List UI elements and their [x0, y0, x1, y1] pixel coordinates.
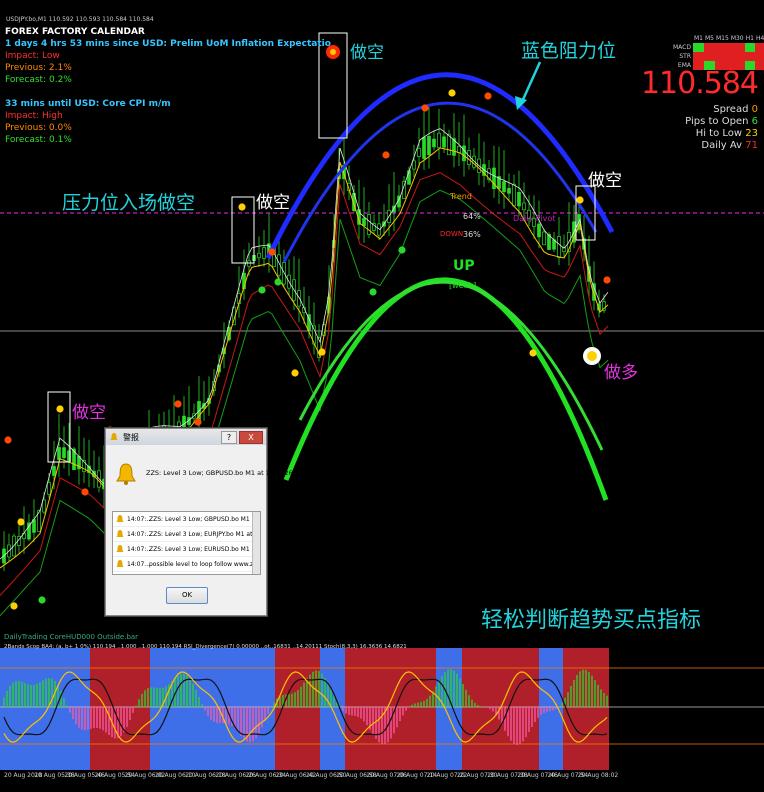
stat-dailyav-value: 71 [745, 140, 758, 151]
trend-up-pct: 64% [463, 212, 481, 221]
stat-spread-label: Spread [713, 104, 749, 115]
current-price: 110.584 [640, 66, 759, 101]
list-item[interactable]: 14:07:... ZZS: Level 3 Low; EURJPY.bo M1… [113, 527, 260, 542]
annotation-pressure-entry: 压力位入场做空 [62, 192, 196, 214]
annotation-short-3: 做空 [350, 43, 384, 63]
trend-label: Trend [450, 192, 472, 201]
calendar-title: FOREX FACTORY CALENDAR [5, 27, 145, 37]
tagline: 轻松判断趋势买点指标 [481, 608, 702, 633]
event-1-impact: Impact: Low [5, 51, 60, 61]
event-1-forecast: Forecast: 0.2% [5, 75, 72, 85]
alert-time: 14:07:... [127, 515, 153, 523]
alert-history-list[interactable]: 14:07:... ZZS: Level 3 Low; GBPUSD.bo M1… [112, 511, 261, 575]
bell-icon [116, 515, 124, 522]
event-2-forecast: Forecast: 0.1% [5, 135, 72, 145]
annotation-resistance: 蓝色阻力位 [521, 40, 617, 62]
tf-h4: H4 [755, 35, 764, 42]
ok-button[interactable]: OK [166, 587, 208, 604]
symbol-header: USDJPY.bo,M1 110.592 110.593 110.584 110… [6, 16, 154, 23]
stats-panel: Spread 0 Pips to Open 6 Hi to Low 23 Dai… [685, 104, 758, 152]
event-1-previous: Previous: 2.1% [5, 63, 72, 73]
indicator-panel[interactable] [0, 640, 764, 770]
event-1-headline: 1 days 4 hrs 53 mins since USD: Prelim U… [5, 39, 331, 49]
annotation-short-4: 做空 [588, 171, 622, 191]
bell-icon [110, 433, 118, 440]
trend-down-pct: 36% [463, 230, 481, 239]
event-2-headline: 33 mins until USD: Core CPI m/m [5, 99, 171, 109]
annotation-short-2: 做空 [256, 193, 290, 213]
forex-calendar: FOREX FACTORY CALENDAR 1 days 4 hrs 53 m… [5, 26, 331, 146]
alert-text: possible level to loop follow www.zen4x.… [149, 560, 260, 568]
list-scrollbar[interactable] [252, 512, 260, 574]
tf-h1: H1 [745, 35, 754, 42]
sun-icon-bottom [583, 347, 601, 365]
indicator-title: 2Bands Scop BA4: (a, b+ 1 0%) 110.194 ..… [4, 644, 407, 650]
tf-m30: M30 [730, 35, 744, 42]
event-2-previous: Previous: 0.0% [5, 123, 72, 133]
x-axis: 20 Aug 2018 20 Aug 05:38 20 Aug 05:46 20 Au… [0, 770, 764, 792]
event-2-impact: Impact: High [5, 111, 63, 121]
tf-m1: M1 [694, 35, 703, 42]
row-str: STR [679, 53, 691, 60]
alert-message: ZZS: Level 3 Low; GBPUSD.bo M1 at 1.2732… [146, 469, 293, 477]
stat-hilo-value: 23 [745, 128, 758, 139]
bell-icon [116, 560, 124, 567]
trend-weak-label: [weak] [449, 281, 477, 290]
stat-hilo-label: Hi to Low [695, 128, 743, 139]
list-item[interactable]: 14:07:... ZZS: Level 3 Low; GBPUSD.bo M1… [113, 512, 260, 527]
alert-text: ZZS: Level 3 Low; EURJPY.bo M1 at 12.... [149, 530, 260, 538]
list-item[interactable]: 14:07... possible level to loop follow w… [113, 557, 260, 572]
daily-pivot-label: Daily Pivot [513, 214, 556, 223]
stat-pips-value: 6 [751, 116, 758, 127]
stat-spread-value: 0 [751, 104, 758, 115]
row-macd: MACD [673, 44, 691, 51]
alert-text: ZZS: Level 3 Low; GBPUSD.bo M1 at 1.... [149, 515, 260, 523]
dialog-titlebar[interactable]: 警报 ? X [106, 429, 266, 445]
x-axis-label: 20 Aug 08:02 [577, 772, 619, 779]
close-button[interactable]: X [239, 430, 263, 444]
trend-down-label: DOWN [440, 230, 464, 238]
annotation-long-1: 做多 [604, 363, 638, 383]
alert-time: 14:07:... [127, 545, 153, 553]
trend-up-label: UP [453, 258, 475, 274]
help-button[interactable]: ? [221, 430, 237, 444]
alert-time: 14:07... [127, 560, 151, 568]
tf-m5: M5 [705, 35, 714, 42]
info-panel: M1 M5 M15 M30 H1 H4 D1 MACD STR EMA [672, 34, 764, 70]
dialog-title: 警报 [123, 432, 139, 442]
alert-dialog[interactable]: 警报 ? X ZZS: Level 3 Low; GBPUSD.bo M1 at… [105, 428, 293, 616]
alert-time: 14:07:... [127, 530, 153, 538]
alert-text: ZZS: Level 3 Low; EURUSD.bo M1 at 1.... [149, 545, 260, 553]
stat-pips-label: Pips to Open [685, 116, 749, 127]
list-item[interactable]: 14:07:... ZZS: Level 3 Low; EURUSD.bo M1… [113, 542, 260, 557]
bell-large-icon [116, 463, 136, 485]
annotation-short-1: 做空 [72, 403, 106, 423]
bell-icon [116, 530, 124, 537]
tf-m15: M15 [716, 35, 729, 42]
stat-dailyav-label: Daily Av [701, 140, 743, 151]
bell-icon [116, 545, 124, 552]
